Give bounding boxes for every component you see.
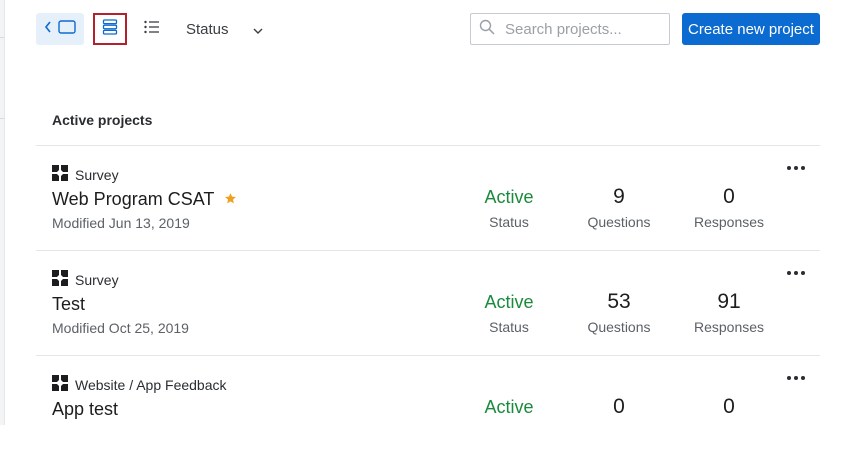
responses-label: Responses [693,214,765,230]
rail-tick [0,118,4,119]
project-name-link[interactable]: App test [52,399,118,420]
questions-label: Questions [587,214,651,230]
list-view-icon [144,20,160,39]
project-type-label: Survey [75,271,119,288]
responses-stat: 0 Responses [674,185,784,230]
survey-type-icon [52,270,68,289]
questions-value: 9 [613,185,625,208]
status-filter-dropdown[interactable]: Status [186,13,263,45]
chevron-left-icon [44,20,52,38]
questions-stat: 0 [564,395,674,419]
project-name-link[interactable]: Web Program CSAT [52,189,237,210]
project-type-label: Survey [75,166,119,183]
project-type: Survey [52,165,119,184]
chevron-down-icon [253,21,263,38]
section-title: Active projects [52,112,153,128]
questions-stat: 9 Questions [564,185,674,230]
responses-label: Responses [693,319,765,335]
questions-value: 53 [607,290,631,313]
project-card[interactable]: Website / App Feedback App test Active 0… [36,356,820,460]
responses-value: 0 [723,395,735,418]
search-icon [479,19,495,40]
project-modified-date: Modified Oct 25, 2019 [52,320,189,336]
survey-type-icon [52,165,68,184]
status-label: Status [489,319,529,335]
create-project-button[interactable]: Create new project [682,13,820,45]
questions-stat: 53 Questions [564,290,674,335]
feedback-type-icon [52,375,68,394]
project-type-label: Website / App Feedback [75,376,227,393]
project-name: App test [52,399,119,419]
card-view-button[interactable] [93,13,127,45]
responses-value: 91 [717,290,741,313]
project-card[interactable]: Survey Web Program CSAT Modified Jun 13,… [36,146,820,250]
more-options-icon[interactable] [784,265,808,281]
list-view-button[interactable] [138,13,166,45]
status-value: Active [484,187,534,207]
collapse-sidebar-button[interactable] [36,13,84,45]
questions-value: 0 [613,395,625,418]
project-name-link[interactable]: Test [52,294,85,315]
more-options-icon[interactable] [784,370,808,386]
project-name: Test [52,294,86,314]
panel-icon [58,19,76,39]
responses-stat: 0 [674,395,784,419]
status-filter-label: Status [186,20,229,38]
search-box [470,13,670,45]
project-card[interactable]: Survey Test Modified Oct 25, 2019 Active… [36,251,820,355]
project-type: Survey [52,270,119,289]
search-input[interactable] [503,19,667,39]
status-value: Active [484,292,534,312]
status-value: Active [484,397,534,417]
rail-tick [0,37,4,38]
status-label: Status [489,214,529,230]
more-options-icon[interactable] [784,160,808,176]
left-rail [0,0,5,425]
toolbar: Status Create new project [36,12,820,46]
status-stat: Active Status [454,185,564,230]
project-modified-date: Modified Jun 13, 2019 [52,215,190,231]
status-stat: Active [454,395,564,419]
responses-value: 0 [723,185,735,208]
project-name: Web Program CSAT [52,189,215,209]
status-stat: Active Status [454,290,564,335]
star-icon[interactable] [224,189,237,210]
project-type: Website / App Feedback [52,375,227,394]
card-view-icon [102,18,118,40]
questions-label: Questions [587,319,651,335]
responses-stat: 91 Responses [674,290,784,335]
